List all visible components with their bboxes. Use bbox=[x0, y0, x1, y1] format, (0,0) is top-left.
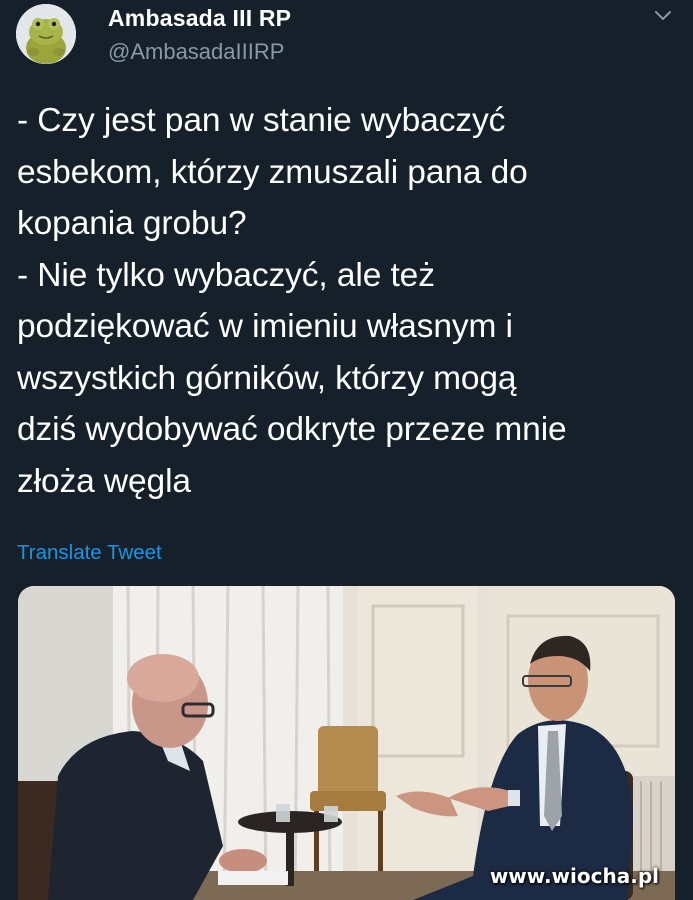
translate-tweet-link[interactable]: Translate Tweet bbox=[17, 541, 162, 565]
author-handle[interactable]: @AmbasadaIIIRP bbox=[108, 39, 284, 65]
author-display-name[interactable]: Ambasada III RP bbox=[108, 5, 291, 32]
frog-plush-avatar-icon bbox=[16, 4, 76, 64]
interview-photo bbox=[18, 586, 675, 900]
chevron-down-icon[interactable] bbox=[651, 6, 675, 26]
author-avatar[interactable] bbox=[16, 4, 76, 64]
tweet-media[interactable]: www.wiocha.pl bbox=[18, 586, 675, 900]
tweet-text: - Czy jest pan w stanie wybaczyć esbekom… bbox=[17, 102, 567, 500]
watermark-text: www.wiocha.pl bbox=[489, 864, 659, 888]
tweet-card: Ambasada III RP @AmbasadaIIIRP - Czy jes… bbox=[0, 0, 693, 900]
